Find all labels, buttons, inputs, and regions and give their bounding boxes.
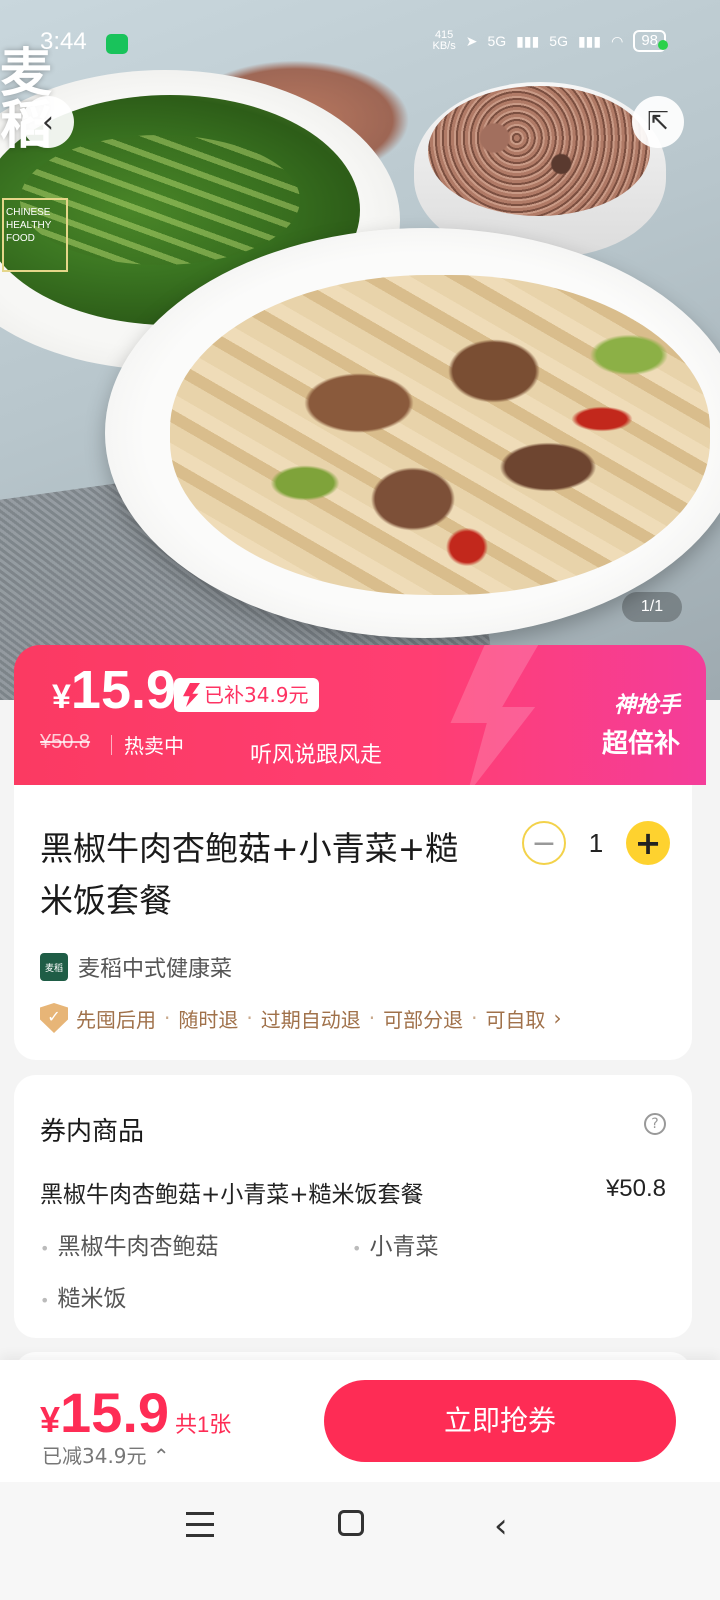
buy-now-button[interactable]: 立即抢券 [324, 1380, 676, 1462]
guarantee-item: 先囤后用 [76, 1007, 156, 1032]
product-hero-image[interactable]: 麦 稻 CHINESE HEALTHY FOOD 1/1 [0, 0, 720, 700]
service-guarantees[interactable]: ✓ 先囤后用 · 随时退 · 过期自动退 · 可部分退 · 可自取 › [40, 1003, 561, 1033]
location-icon: ➤ [465, 32, 478, 49]
increase-quantity-button[interactable]: + [626, 821, 670, 865]
guarantee-item: 过期自动退 [260, 1007, 361, 1032]
voucher-item-row: 黑椒牛肉杏鲍菇+小青菜+糙米饭套餐 ¥50.8 [40, 1175, 666, 1209]
back-nav-icon[interactable]: ‹ [494, 1506, 508, 1546]
divider [111, 735, 112, 755]
total-price: ¥ 15.9 共1张 [40, 1381, 232, 1444]
checkout-bar: ¥ 15.9 共1张 已减34.9元 ⌃ 立即抢券 [0, 1360, 720, 1482]
beef-stirfry-dish [170, 275, 710, 595]
voucher-item-name: 黑椒牛肉杏鲍菇+小青菜+糙米饭套餐 [40, 1182, 424, 1208]
shield-check-icon: ✓ [40, 1003, 68, 1033]
voucher-contents-card: 券内商品 ? 黑椒牛肉杏鲍菇+小青菜+糙米饭套餐 ¥50.8 黑椒牛肉杏鲍菇 小… [14, 1075, 692, 1338]
back-button[interactable]: ‹ [22, 96, 74, 148]
shop-link[interactable]: 麦稻 麦稻中式健康菜 [40, 951, 232, 983]
minus-icon: − [531, 825, 557, 861]
list-item: 小青菜 [352, 1227, 438, 1261]
section-title: 券内商品 [40, 1117, 145, 1147]
status-bar: 3:44 415 KB/s ➤ 5G ▮▮▮ 5G ▮▮▮ ◠ 98 [0, 24, 720, 64]
promo-badge: 神抢手 超倍补 [601, 693, 680, 759]
privacy-indicator-dot [658, 40, 668, 50]
wifi-icon: ◠ [611, 32, 624, 49]
guarantee-item: 可部分退 [383, 1007, 464, 1032]
shop-logo: 麦稻 [40, 953, 68, 981]
price-banner: ¥15.9 已补34.9元 ¥50.8 热卖中 听风说跟风走 神抢手 超倍补 [14, 645, 706, 785]
chevron-right-icon: › [553, 1006, 562, 1030]
guarantee-item: 随时退 [178, 1007, 239, 1032]
status-icons: 415 KB/s ➤ 5G ▮▮▮ 5G ▮▮▮ ◠ 98 [432, 29, 666, 52]
recent-apps-icon[interactable] [186, 1512, 214, 1538]
share-icon: ⇱ [647, 107, 669, 137]
lightning-decoration-icon [450, 645, 544, 785]
status-time: 3:44 [40, 28, 87, 55]
current-price: ¥15.9 [52, 660, 177, 720]
list-item: 黑椒牛肉杏鲍菇 [40, 1227, 218, 1261]
discount-details-toggle[interactable]: 已减34.9元 ⌃ [42, 1440, 170, 1469]
voucher-count: 共1张 [175, 1412, 232, 1437]
signal-icon-2: 5G [549, 33, 568, 49]
decrease-quantity-button[interactable]: − [522, 821, 566, 865]
chevron-left-icon: ‹ [42, 104, 54, 140]
product-title: 黑椒牛肉杏鲍菇+小青菜+糙米饭套餐 [40, 829, 459, 920]
voucher-item-price: ¥50.8 [605, 1175, 666, 1202]
signal-bars-icon: ▮▮▮ [577, 32, 602, 49]
shop-name: 麦稻中式健康菜 [78, 957, 233, 982]
hot-selling-label: 热卖中 [124, 734, 184, 758]
wechat-notification-icon [106, 34, 128, 54]
brown-rice [428, 86, 650, 216]
network-speed: 415 KB/s [432, 29, 456, 52]
image-counter: 1/1 [622, 592, 682, 622]
system-nav-bar: ‹ [0, 1482, 720, 1600]
quantity-stepper: − 1 + [522, 821, 670, 865]
home-icon[interactable] [338, 1510, 364, 1536]
signal-icon-1: 5G [487, 33, 507, 49]
brand-tagline: CHINESE HEALTHY FOOD [2, 198, 68, 272]
original-price: ¥50.8 [40, 731, 91, 753]
list-item: 糙米饭 [40, 1279, 126, 1313]
share-button[interactable]: ⇱ [632, 96, 684, 148]
guarantee-item: 可自取 [485, 1007, 546, 1032]
lightning-icon [183, 683, 200, 707]
signal-bars-icon: ▮▮▮ [516, 32, 540, 49]
help-icon[interactable]: ? [644, 1113, 666, 1135]
brand-watermark: 麦 稻 CHINESE HEALTHY FOOD [0, 48, 80, 278]
quantity-value: 1 [588, 827, 604, 858]
subsidy-badge: 已补34.9元 [174, 678, 319, 712]
product-info-card: 黑椒牛肉杏鲍菇+小青菜+糙米饭套餐 − 1 + 麦稻 麦稻中式健康菜 ✓ 先囤后… [14, 785, 692, 1060]
plus-icon: + [634, 824, 662, 862]
promo-slogan: 听风说跟风走 [250, 743, 383, 768]
